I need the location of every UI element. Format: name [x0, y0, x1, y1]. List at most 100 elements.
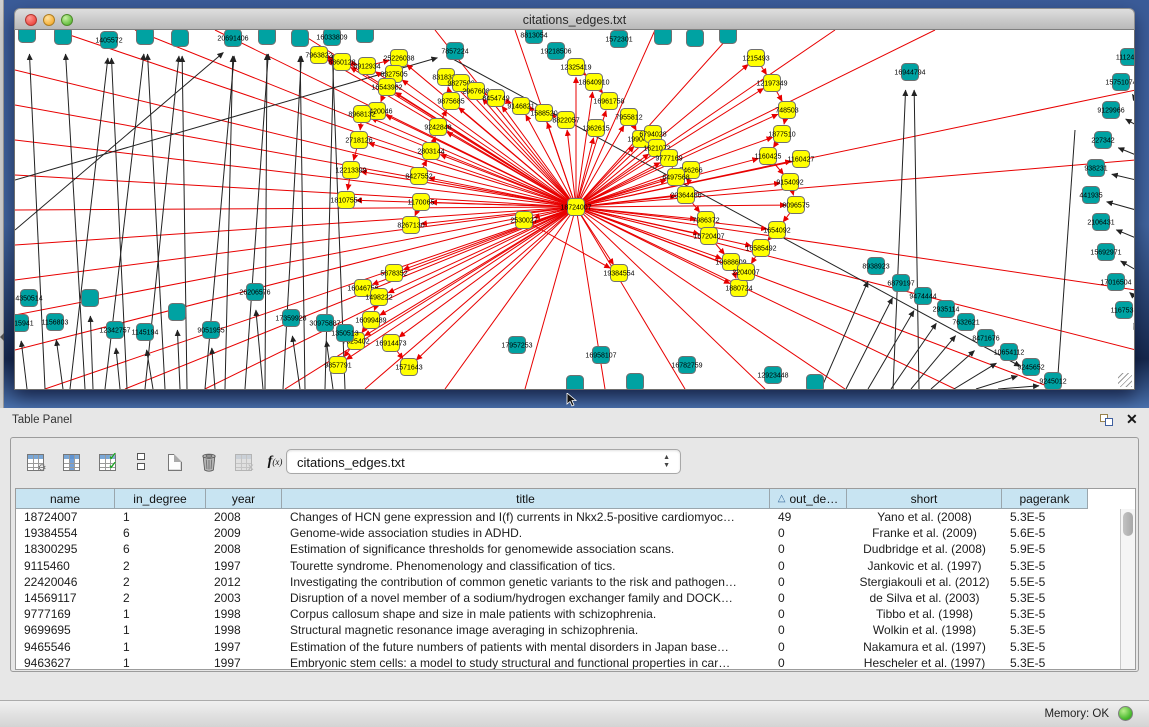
table-row[interactable]: 1938455462009Genome-wide association stu… [16, 525, 1120, 541]
graph-edge[interactable] [45, 207, 576, 389]
graph-node[interactable] [172, 30, 189, 47]
close-panel-icon[interactable]: ✕ [1126, 411, 1138, 427]
table-row[interactable]: 1456911722003Disruption of a novel membe… [16, 590, 1120, 606]
show-column-icon[interactable] [59, 450, 83, 474]
graph-edge[interactable] [283, 56, 301, 389]
row-height-icon[interactable] [129, 450, 153, 474]
graph-node[interactable] [627, 374, 644, 390]
table-row[interactable]: 1830029562008Estimation of significance … [16, 541, 1120, 557]
graph-node[interactable] [137, 30, 154, 45]
graph-node[interactable] [259, 30, 276, 45]
graph-edge[interactable] [386, 115, 576, 207]
graph-node[interactable] [655, 30, 672, 45]
table-settings-icon[interactable]: ⚙ [23, 450, 47, 474]
graph-edge[interactable] [325, 55, 334, 389]
graph-node[interactable] [82, 290, 99, 307]
graph-edge[interactable] [90, 316, 93, 389]
graph-edge[interactable] [893, 90, 906, 389]
graph-edge[interactable] [576, 207, 1135, 350]
graph-edge[interactable] [846, 298, 892, 389]
graph-edge[interactable] [416, 207, 576, 360]
graph-edge[interactable] [1121, 261, 1135, 270]
column-header-year[interactable]: year [206, 489, 282, 509]
graph-edge[interactable] [911, 336, 956, 389]
window-titlebar[interactable]: citations_edges.txt [14, 8, 1135, 30]
graph-edge[interactable] [576, 205, 786, 207]
graph-edge[interactable] [1112, 174, 1135, 180]
table-row[interactable]: 946362711997Embryonic stem cells: a mode… [16, 655, 1120, 669]
delete-column-icon[interactable] [197, 450, 221, 474]
graph-node[interactable] [19, 30, 36, 43]
network-canvas[interactable]: 1872400779638228860128891293425226038832… [14, 30, 1135, 390]
graph-edge[interactable] [1130, 293, 1135, 298]
graph-edge[interactable] [225, 56, 233, 389]
table-row[interactable]: 911546021997Tourette syndrome. Phenomeno… [16, 558, 1120, 574]
graph-edge[interactable] [116, 348, 120, 389]
column-header-out_de[interactable]: △out_de… [770, 489, 847, 509]
graph-edge[interactable] [147, 350, 153, 389]
graph-edge[interactable] [15, 207, 576, 315]
graph-node[interactable] [567, 376, 584, 390]
graph-edge[interactable] [177, 330, 180, 389]
graph-node[interactable] [807, 375, 824, 390]
graph-edge[interactable] [182, 56, 187, 389]
table-row[interactable]: 2242004622012Investigating the contribut… [16, 574, 1120, 590]
graph-edge[interactable] [15, 52, 223, 230]
graph-edge[interactable] [371, 118, 576, 207]
graph-edge[interactable] [1107, 202, 1135, 210]
graph-node[interactable] [357, 30, 374, 43]
graph-edge[interactable] [445, 207, 576, 389]
graph-node[interactable] [687, 30, 704, 47]
graph-node-label: 3915941 [15, 320, 34, 327]
graph-edge[interactable] [1134, 323, 1135, 328]
graph-edge[interactable] [976, 376, 1017, 389]
graph-node[interactable] [292, 30, 309, 47]
graph-edge[interactable] [998, 386, 1039, 389]
scrollbar-thumb[interactable] [1123, 512, 1133, 536]
graph-edge[interactable] [821, 281, 868, 389]
graph-node-label: 6879197 [887, 280, 914, 287]
table-row[interactable]: 1872400712008Changes of HCN gene express… [16, 509, 1120, 525]
graph-edge[interactable] [212, 348, 215, 389]
table-row[interactable]: 946554611997Estimation of the future num… [16, 639, 1120, 655]
graph-edge[interactable] [1118, 148, 1135, 155]
vertical-scrollbar[interactable] [1120, 509, 1135, 669]
graph-edge[interactable] [29, 54, 45, 389]
graph-edge[interactable] [1057, 130, 1075, 389]
graph-edge[interactable] [576, 160, 1135, 207]
table-row[interactable]: 977716911998Corpus callosum shape and si… [16, 606, 1120, 622]
float-panel-icon[interactable] [1100, 414, 1114, 427]
graph-node[interactable] [169, 304, 186, 321]
new-column-icon[interactable] [163, 450, 187, 474]
graph-edge[interactable] [1126, 119, 1135, 125]
graph-edge[interactable] [1132, 94, 1135, 100]
graph-edge[interactable] [256, 310, 263, 389]
delete-table-icon[interactable]: x [231, 450, 255, 474]
table-row[interactable]: 969969511998Structural magnetic resonanc… [16, 622, 1120, 638]
graph-edge[interactable] [1116, 230, 1135, 238]
resize-grip[interactable] [1118, 373, 1132, 387]
table-chooser-dropdown[interactable]: citations_edges.txt ▲▼ [286, 449, 681, 474]
graph-edge[interactable] [56, 340, 63, 389]
select-columns-icon[interactable]: ✓✓ [95, 450, 119, 474]
graph-edge[interactable] [15, 175, 576, 207]
column-header-short[interactable]: short [847, 489, 1002, 509]
column-header-title[interactable]: title [282, 489, 770, 509]
collapse-arrow-icon[interactable] [0, 333, 4, 341]
graph-edge[interactable] [300, 56, 305, 389]
graph-edge[interactable] [868, 311, 914, 389]
graph-edge[interactable] [914, 90, 919, 389]
graph-node[interactable] [55, 30, 72, 45]
table-cell: de Silva et al. (2003) [847, 590, 1002, 606]
graph-edge[interactable] [891, 323, 936, 389]
column-header-in_degree[interactable]: in_degree [115, 489, 206, 509]
graph-edge[interactable] [931, 351, 975, 389]
graph-edge[interactable] [205, 56, 234, 389]
graph-edge[interactable] [576, 30, 735, 207]
function-builder-icon[interactable]: f(x) [263, 450, 287, 474]
column-header-pagerank[interactable]: pagerank [1002, 489, 1088, 509]
graph-edge[interactable] [15, 207, 576, 210]
graph-edge[interactable] [954, 363, 996, 389]
graph-node[interactable] [720, 30, 737, 44]
column-header-name[interactable]: name [16, 489, 115, 509]
